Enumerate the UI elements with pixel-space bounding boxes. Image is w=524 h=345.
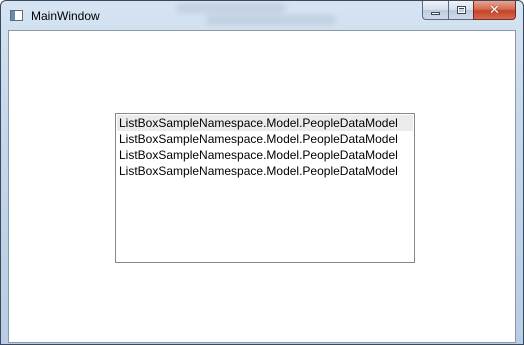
people-listbox[interactable]: ListBoxSampleNamespace.Model.PeopleDataM… (115, 113, 415, 263)
list-item[interactable]: ListBoxSampleNamespace.Model.PeopleDataM… (117, 115, 413, 131)
title-bar[interactable]: MainWindow ✕ (1, 1, 523, 30)
minimize-button[interactable] (422, 1, 448, 20)
list-item[interactable]: ListBoxSampleNamespace.Model.PeopleDataM… (117, 131, 413, 147)
window-client-area: ListBoxSampleNamespace.Model.PeopleDataM… (8, 30, 516, 343)
app-window-icon[interactable] (10, 10, 23, 21)
minimize-icon (431, 11, 440, 15)
title-bar-glass-reflection (176, 3, 286, 13)
list-item[interactable]: ListBoxSampleNamespace.Model.PeopleDataM… (117, 163, 413, 179)
window-title: MainWindow (31, 9, 100, 23)
close-icon: ✕ (489, 2, 500, 18)
title-bar-glass-reflection (206, 15, 336, 25)
main-window: MainWindow ✕ ListBoxSampleNamespace.Mode… (0, 0, 524, 345)
close-button[interactable]: ✕ (473, 1, 516, 20)
maximize-button[interactable] (448, 1, 473, 20)
caption-buttons: ✕ (422, 1, 516, 20)
maximize-icon (456, 6, 466, 14)
list-item[interactable]: ListBoxSampleNamespace.Model.PeopleDataM… (117, 147, 413, 163)
